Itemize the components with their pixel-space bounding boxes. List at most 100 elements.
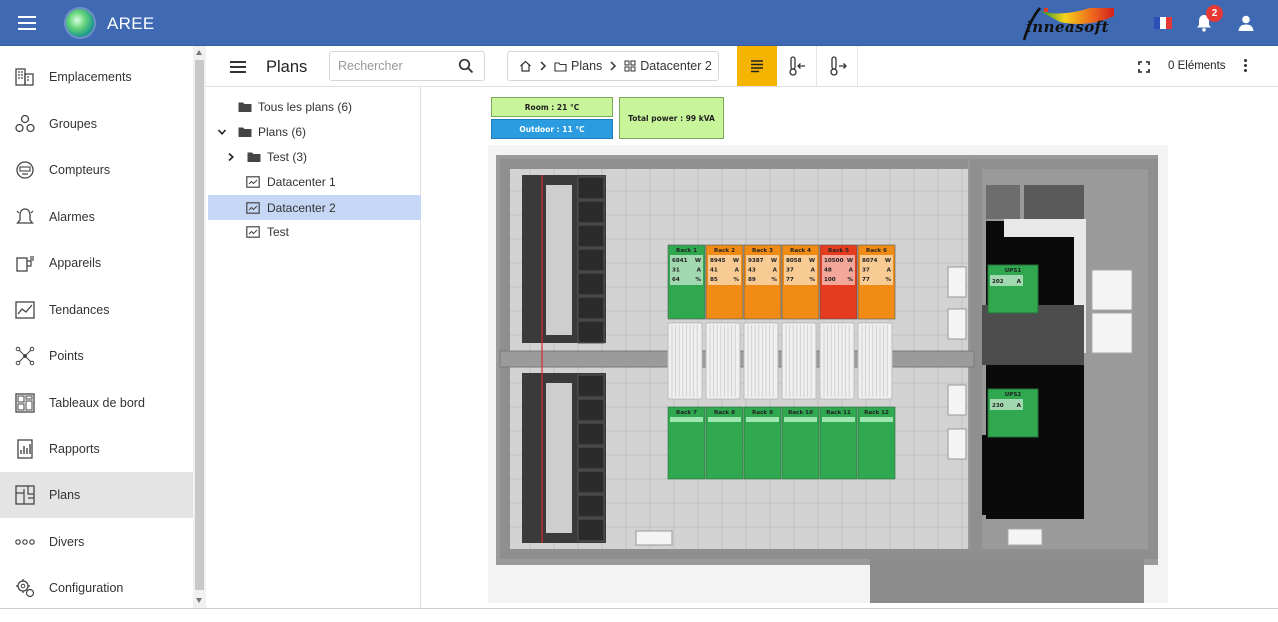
ups-unit: A [1017, 279, 1022, 285]
breadcrumb-current[interactable]: Datacenter 2 [624, 59, 712, 73]
trend-icon [15, 301, 35, 319]
rack-value: 6841 [672, 258, 688, 264]
rack-panel [708, 417, 741, 422]
rack-unit: % [695, 277, 701, 283]
rack-value: 48 [824, 268, 832, 274]
breadcrumb-plans[interactable]: Plans [554, 59, 602, 73]
total-power-label[interactable]: Total power : 99 kVA [619, 97, 724, 139]
top-app-bar: AREE inneasoft 2 [0, 0, 1278, 46]
sidebar-item-alarmes[interactable]: Alarmes [0, 194, 193, 240]
tree-item-test-folder[interactable]: Test (3) [208, 144, 421, 169]
tree-item-label: Tous les plans (6) [258, 100, 353, 114]
scroll-down-arrow-icon[interactable] [196, 598, 202, 603]
sidebar-item-divers[interactable]: Divers [0, 519, 193, 565]
sidebar-item-label: Configuration [49, 581, 124, 595]
datacenter-floor-plan: Rack 1 6841 W 31 A 64% Rack 2 8945 W 41 A 85% Rack 3… [488, 145, 1168, 603]
chevron-right-icon[interactable] [226, 152, 236, 162]
brand-logo: inneasoft [1018, 6, 1126, 42]
sidebar-item-label: Appareils [49, 256, 102, 270]
tree-item-datacenter-2[interactable]: Datacenter 2 [208, 195, 421, 220]
rack-panel [822, 417, 855, 422]
sidebar-item-groupes[interactable]: Groupes [0, 101, 193, 147]
notifications-badge: 2 [1206, 5, 1223, 22]
rack-value: 85 [710, 277, 718, 283]
sidebar-item-label: Plans [49, 488, 81, 502]
folder-icon [247, 152, 261, 162]
sidebar-item-tendances[interactable]: Tendances [0, 287, 193, 333]
floor-plan-drawing: Rack 1 6841 W 31 A 64 % Rack 2 8945 W 41 A 85 % Rack 3… [488, 145, 1168, 603]
fullscreen-icon[interactable] [1138, 61, 1150, 73]
devices-icon [16, 256, 34, 272]
cabinet-door [577, 224, 605, 248]
sidebar-scrollbar[interactable] [193, 46, 206, 608]
ups-lower [982, 435, 1084, 515]
more-icon [15, 539, 35, 545]
rack-value: 10500 [824, 258, 844, 264]
tree-item-label: Test (3) [267, 150, 308, 164]
scroll-up-arrow-icon[interactable] [196, 50, 202, 55]
rack-unit: W [733, 258, 739, 264]
cabinet-door [577, 248, 605, 272]
sidebar-item-plans[interactable]: Plans [0, 472, 193, 518]
duct-block [986, 185, 1020, 219]
rack-unit: % [733, 277, 739, 283]
tree-item-plans[interactable]: Plans (6) [208, 119, 421, 144]
wall-top [500, 159, 968, 169]
tree-item-datacenter-1[interactable]: Datacenter 1 [208, 169, 421, 194]
crac-unit-1 [1091, 269, 1133, 311]
sidebar-item-points[interactable]: Points [0, 333, 193, 379]
wall-bottom [500, 549, 1154, 559]
rack-value: 41 [710, 268, 718, 274]
wall-top-right [982, 159, 1152, 169]
tree-item-all-plans[interactable]: Tous les plans (6) [208, 94, 421, 119]
tree-item-test-plan[interactable]: Test [208, 219, 421, 244]
rack-unit: W [771, 258, 777, 264]
chevron-down-icon[interactable] [217, 127, 227, 137]
rack-value: 37 [862, 268, 870, 274]
rack-unit: A [773, 268, 778, 274]
rack-value: 64 [672, 277, 680, 283]
rack-panel [860, 417, 893, 422]
language-flag-icon[interactable] [1154, 17, 1172, 29]
outdoor-temperature-label[interactable]: Outdoor : 11 °C [491, 119, 613, 139]
search-input[interactable] [338, 59, 450, 73]
main-menu-icon[interactable] [18, 16, 36, 30]
building-icon [15, 68, 34, 86]
sidebar-item-label: Alarmes [49, 210, 95, 224]
plans-tree: Tous les plans (6) Plans (6) Test (3) Da… [208, 87, 421, 608]
sidebar-item-rapports[interactable]: Rapports [0, 426, 193, 472]
rack-value: 43 [748, 268, 756, 274]
duct-horizontal [1004, 219, 1084, 237]
rack-name: Rack 4 [790, 248, 811, 254]
breadcrumb-label: Plans [571, 59, 603, 73]
sidebar-item-compteurs[interactable]: Compteurs [0, 147, 193, 193]
ups-unit: A [1017, 403, 1022, 409]
user-account-icon[interactable] [1237, 14, 1255, 32]
sidebar-item-appareils[interactable]: Appareils [0, 240, 193, 286]
scrollbar-thumb[interactable] [195, 60, 204, 590]
sidebar-item-label: Rapports [49, 442, 100, 456]
search-icon[interactable] [458, 58, 474, 74]
sidebar-item-configuration[interactable]: Configuration [0, 565, 193, 611]
temperature-out-button[interactable] [818, 46, 858, 86]
tree-item-label: Test [267, 225, 290, 239]
cabinet-door [577, 494, 605, 518]
folder-icon [238, 102, 252, 112]
rack-name: Rack 3 [752, 248, 773, 254]
temperature-in-button[interactable] [777, 46, 817, 86]
details-panel-button[interactable] [737, 46, 777, 86]
sidebar-item-tableaux-de-bord[interactable]: Tableaux de bord [0, 380, 193, 426]
sidebar-item-emplacements[interactable]: Emplacements [0, 54, 193, 100]
duct-block-2 [1024, 185, 1084, 219]
building-extension [870, 557, 1144, 603]
breadcrumb-home[interactable] [519, 60, 532, 72]
rack-name: Rack 1 [676, 248, 697, 254]
cabinet-door [577, 374, 605, 398]
more-options-icon[interactable] [1244, 59, 1248, 73]
cabinet-panel [546, 383, 572, 533]
tree-toggle-menu-icon[interactable] [230, 61, 246, 73]
room-temperature-label[interactable]: Room : 21 °C [491, 97, 613, 117]
alarm-icon [16, 208, 34, 224]
rack-name: Rack 5 [828, 248, 849, 254]
rack-unit: W [885, 258, 891, 264]
